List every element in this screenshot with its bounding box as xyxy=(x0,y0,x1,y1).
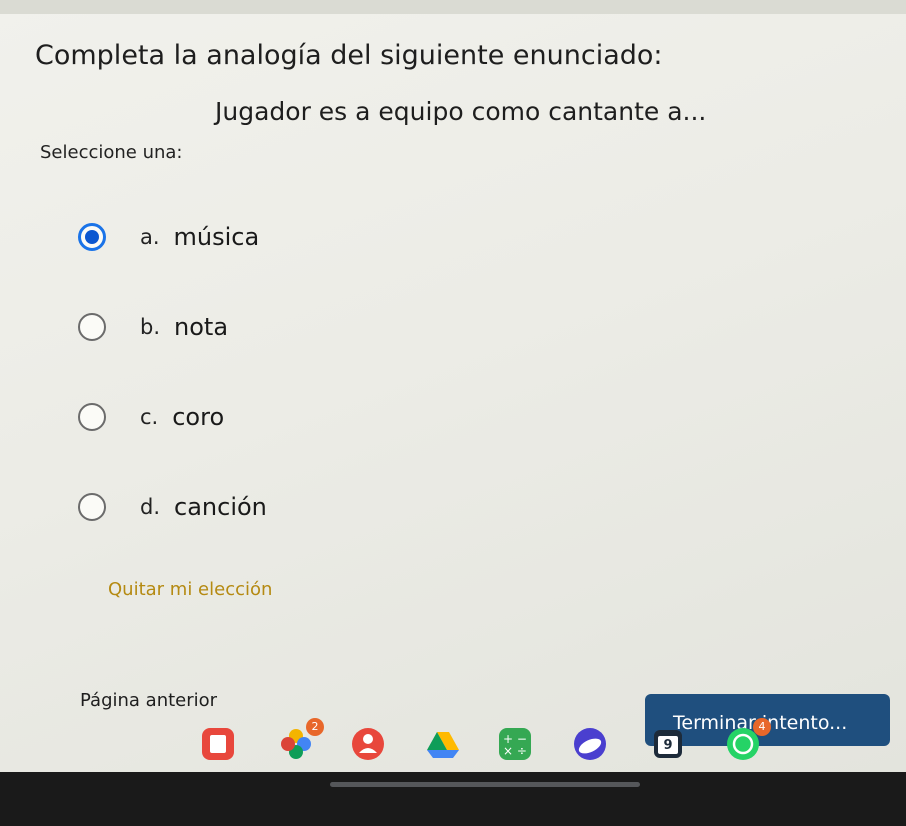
svg-text:× ÷: × ÷ xyxy=(503,744,527,758)
radio-option-a[interactable] xyxy=(78,223,106,251)
question-text: Jugador es a equipo como cantante a... xyxy=(215,97,707,126)
option-b[interactable]: b. nota xyxy=(78,310,228,344)
calculator-app-icon[interactable]: + − × ÷ xyxy=(497,726,533,762)
calendar-app-icon[interactable]: 9 xyxy=(650,726,686,762)
option-d[interactable]: d. canción xyxy=(78,490,267,524)
option-b-letter: b. xyxy=(140,315,161,339)
option-b-text: nota xyxy=(174,313,229,341)
photos-app-icon[interactable]: 2 xyxy=(278,718,324,762)
browser-app-icon[interactable] xyxy=(572,726,608,762)
option-d-letter: d. xyxy=(140,495,161,519)
option-d-text: canción xyxy=(174,493,267,521)
option-a[interactable]: a. música xyxy=(78,220,259,254)
radio-option-c[interactable] xyxy=(78,403,106,431)
option-c-letter: c. xyxy=(140,405,159,429)
app-dock: 2 + − × ÷ 9 4 xyxy=(0,712,906,772)
notes-app-icon[interactable] xyxy=(200,726,236,762)
question-title: Completa la analogía del siguiente enunc… xyxy=(35,40,663,71)
top-bar xyxy=(0,0,906,14)
select-prompt: Seleccione una: xyxy=(40,142,183,163)
radio-option-d[interactable] xyxy=(78,493,106,521)
option-a-text: música xyxy=(173,223,260,251)
option-a-letter: a. xyxy=(140,225,160,249)
photos-badge: 2 xyxy=(306,718,324,736)
option-c-text: coro xyxy=(172,403,225,431)
clear-choice-link[interactable]: Quitar mi elección xyxy=(108,579,272,600)
home-indicator[interactable] xyxy=(330,782,640,787)
quiz-page: Completa la analogía del siguiente enunc… xyxy=(0,0,906,772)
radio-option-b[interactable] xyxy=(78,313,106,341)
contacts-app-icon[interactable] xyxy=(350,726,386,762)
option-c[interactable]: c. coro xyxy=(78,400,224,434)
whatsapp-badge: 4 xyxy=(753,718,771,736)
drive-app-icon[interactable] xyxy=(425,726,461,762)
calendar-day: 9 xyxy=(663,738,673,753)
previous-page-link[interactable]: Página anterior xyxy=(80,690,217,711)
whatsapp-app-icon[interactable]: 4 xyxy=(725,718,771,762)
